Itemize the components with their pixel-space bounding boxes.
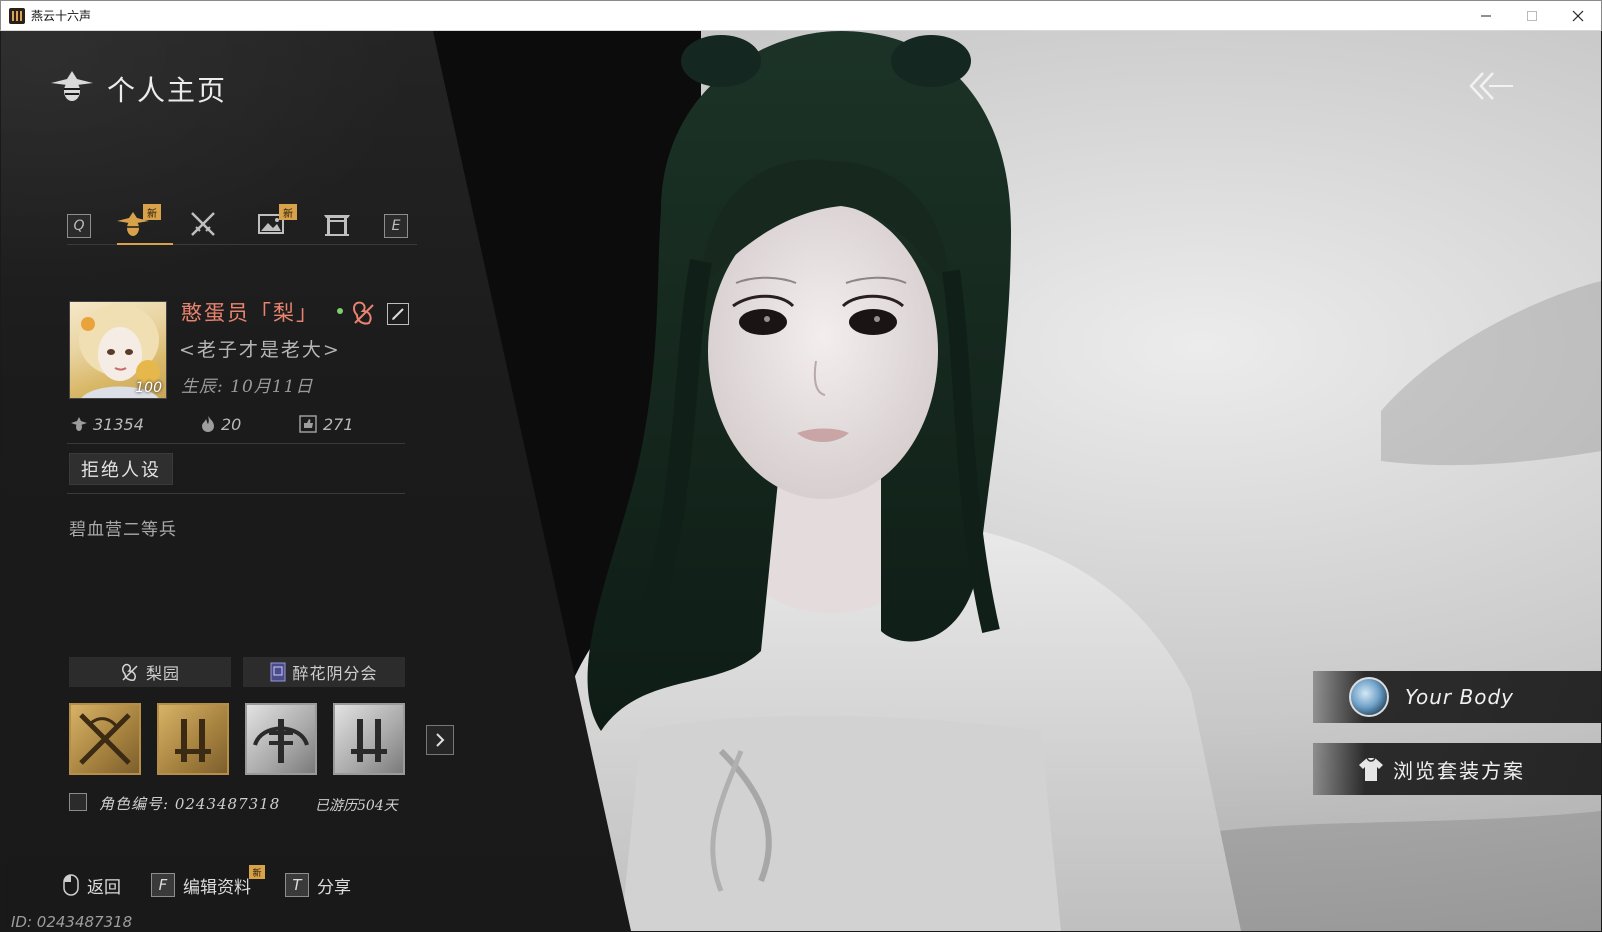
share-action[interactable]: T 分享 — [285, 871, 351, 899]
minimize-icon — [1481, 15, 1491, 17]
stat-likes: 271 — [299, 413, 354, 435]
banner-icon — [270, 662, 286, 682]
share-label: 分享 — [317, 877, 351, 898]
edit-pencil-icon — [392, 308, 404, 320]
stats-divider — [67, 443, 405, 444]
tab-active-indicator — [117, 243, 173, 245]
guild-pear-garden[interactable]: 梨园 — [69, 657, 231, 687]
stat-likes-value: 271 — [323, 414, 354, 434]
body-avatar-icon — [1349, 677, 1389, 717]
badge-twin-daggers-gold[interactable] — [157, 703, 229, 775]
twin-daggers-badge-icon — [351, 719, 387, 762]
tab-prev-key[interactable]: Q — [67, 214, 91, 238]
stat-flame: 20 — [201, 413, 241, 435]
mouse-icon — [63, 874, 79, 896]
crossed-weapons-badge-icon — [79, 713, 131, 765]
days-traveled: 已游历504天 — [315, 798, 398, 814]
pear-garden-icon — [121, 663, 138, 681]
edit-profile-new-badge: 新 — [249, 865, 265, 879]
guild-zuihuayin-label: 醉花阴分会 — [292, 664, 378, 683]
stat-emblem-value: 31354 — [93, 414, 144, 434]
page-title: 个人主页 — [107, 74, 228, 107]
badge-crossed-weapons[interactable] — [69, 703, 141, 775]
gate-icon — [324, 215, 350, 236]
wasp-emblem-icon — [51, 71, 93, 101]
double-chevron-left-icon[interactable] — [1467, 69, 1515, 103]
pear-garden-school-icon — [353, 301, 374, 325]
maximize-icon — [1527, 11, 1537, 21]
guild-pear-garden-label: 梨园 — [145, 664, 180, 683]
back-action-label: 返回 — [87, 877, 121, 898]
guild-zuihuayin[interactable]: 醉花阴分会 — [243, 657, 405, 687]
outfit-icon — [1359, 757, 1383, 781]
player-signature: <老子才是老大> — [179, 339, 341, 361]
browse-outfits-button[interactable]: 浏览套装方案 — [1313, 743, 1601, 795]
crossed-swords-icon — [191, 212, 215, 236]
badges-next-button[interactable] — [426, 725, 454, 755]
tab-gallery-new-badge: 新 — [279, 204, 297, 220]
player-bio: 碧血营二等兵 — [69, 520, 177, 540]
maximize-button[interactable] — [1509, 1, 1555, 31]
edit-profile-action[interactable]: F 编辑资料 — [151, 871, 251, 899]
tab-profile-new-badge: 新 — [143, 204, 161, 220]
window-titlebar: 燕云十六声 — [0, 0, 1602, 31]
close-icon — [1572, 10, 1584, 22]
online-status-dot — [337, 308, 343, 314]
minimize-button[interactable] — [1463, 1, 1509, 31]
share-key: T — [285, 873, 309, 897]
badge-twin-daggers-silver[interactable] — [333, 703, 405, 775]
player-name: 憨蛋员「梨」 — [181, 301, 319, 325]
browse-outfits-label: 浏览套装方案 — [1393, 758, 1525, 783]
twin-daggers-badge-icon — [175, 719, 211, 762]
badge-shen[interactable] — [245, 703, 317, 775]
edit-profile-label: 编辑资料 — [183, 877, 251, 898]
edit-name-button[interactable] — [387, 303, 409, 325]
footer-player-id: ID: 0243487318 — [11, 913, 133, 931]
close-button[interactable] — [1555, 1, 1601, 31]
back-action[interactable]: 返回 — [63, 871, 121, 899]
window-controls — [1463, 1, 1601, 31]
thumbs-up-icon — [299, 415, 317, 433]
character-card-icon — [69, 793, 87, 811]
tab-combat[interactable] — [185, 209, 221, 239]
game-viewport: 个人主页 Q E 新 新 100 憨蛋员「梨」 <老子才是老大> 生辰: 10月… — [1, 31, 1601, 931]
stat-emblem: 31354 — [71, 413, 144, 435]
shen-character-badge-icon — [253, 719, 309, 763]
tab-next-key[interactable]: E — [384, 214, 408, 238]
avatar[interactable]: 100 — [69, 301, 167, 399]
stat-flame-value: 20 — [221, 414, 242, 434]
character-id: 角色编号: 0243487318 — [99, 795, 281, 813]
persona-tag: 拒绝人设 — [69, 453, 173, 485]
emblem-icon — [71, 417, 87, 431]
your-body-button[interactable]: Your Body — [1313, 671, 1601, 723]
edit-profile-key: F — [151, 873, 175, 897]
player-birthday: 生辰: 10月11日 — [181, 377, 314, 397]
tab-residence[interactable] — [319, 209, 355, 239]
chevron-right-icon — [436, 733, 445, 747]
your-body-label: Your Body — [1405, 685, 1514, 709]
app-icon — [9, 7, 25, 24]
avatar-level: 100 — [135, 380, 162, 396]
window-title: 燕云十六声 — [31, 9, 92, 23]
flame-icon — [202, 416, 214, 432]
tag-divider — [67, 493, 405, 494]
